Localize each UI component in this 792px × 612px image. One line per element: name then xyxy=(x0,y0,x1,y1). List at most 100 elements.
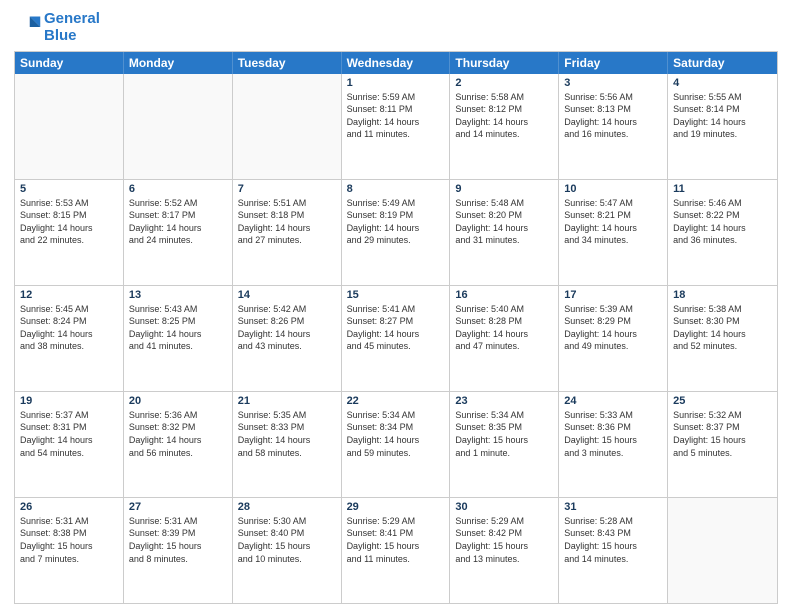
day-info: Sunrise: 5:52 AM Sunset: 8:17 PM Dayligh… xyxy=(129,197,227,247)
cal-cell: 16Sunrise: 5:40 AM Sunset: 8:28 PM Dayli… xyxy=(450,286,559,391)
cal-header-cell: Sunday xyxy=(15,52,124,74)
day-info: Sunrise: 5:59 AM Sunset: 8:11 PM Dayligh… xyxy=(347,91,445,141)
cal-row: 1Sunrise: 5:59 AM Sunset: 8:11 PM Daylig… xyxy=(15,74,777,179)
day-info: Sunrise: 5:41 AM Sunset: 8:27 PM Dayligh… xyxy=(347,303,445,353)
day-number: 17 xyxy=(564,289,662,301)
cal-header-cell: Tuesday xyxy=(233,52,342,74)
cal-cell: 23Sunrise: 5:34 AM Sunset: 8:35 PM Dayli… xyxy=(450,392,559,497)
cal-cell: 27 Sunrise: 5:31 AM Sunset: 8:39 PM Dayli… xyxy=(124,498,233,603)
cal-header-cell: Thursday xyxy=(450,52,559,74)
cal-cell: 7 Sunrise: 5:51 AM Sunset: 8:18 PM Daylig… xyxy=(233,180,342,285)
day-info: Sunrise: 5:38 AM Sunset: 8:30 PM Dayligh… xyxy=(673,303,772,353)
cal-row: 19 Sunrise: 5:37 AM Sunset: 8:31 PM Dayli… xyxy=(15,391,777,497)
cal-cell: 2 Sunrise: 5:58 AM Sunset: 8:12 PM Daylig… xyxy=(450,74,559,179)
day-number: 14 xyxy=(238,289,336,301)
cal-row: 12 Sunrise: 5:45 AM Sunset: 8:24 PM Dayli… xyxy=(15,285,777,391)
cal-cell: 4 Sunrise: 5:55 AM Sunset: 8:14 PM Daylig… xyxy=(668,74,777,179)
day-number: 12 xyxy=(20,289,118,301)
cal-cell xyxy=(15,74,124,179)
day-info: Sunrise: 5:46 AM Sunset: 8:22 PM Dayligh… xyxy=(673,197,772,247)
calendar: SundayMondayTuesdayWednesdayThursdayFrid… xyxy=(14,51,778,605)
cal-cell: 25 Sunrise: 5:32 AM Sunset: 8:37 PM Dayli… xyxy=(668,392,777,497)
day-number: 19 xyxy=(20,395,118,407)
cal-cell xyxy=(668,498,777,603)
cal-cell: 10 Sunrise: 5:47 AM Sunset: 8:21 PM Dayli… xyxy=(559,180,668,285)
day-info: Sunrise: 5:56 AM Sunset: 8:13 PM Dayligh… xyxy=(564,91,662,141)
day-number: 3 xyxy=(564,77,662,89)
day-number: 10 xyxy=(564,183,662,195)
day-info: Sunrise: 5:53 AM Sunset: 8:15 PM Dayligh… xyxy=(20,197,118,247)
day-info: Sunrise: 5:49 AM Sunset: 8:19 PM Dayligh… xyxy=(347,197,445,247)
day-info: Sunrise: 5:30 AM Sunset: 8:40 PM Dayligh… xyxy=(238,515,336,565)
cal-cell: 9Sunrise: 5:48 AM Sunset: 8:20 PM Daylig… xyxy=(450,180,559,285)
day-info: Sunrise: 5:34 AM Sunset: 8:34 PM Dayligh… xyxy=(347,409,445,459)
cal-cell: 22 Sunrise: 5:34 AM Sunset: 8:34 PM Dayli… xyxy=(342,392,451,497)
day-info: Sunrise: 5:29 AM Sunset: 8:41 PM Dayligh… xyxy=(347,515,445,565)
day-number: 22 xyxy=(347,395,445,407)
day-info: Sunrise: 5:55 AM Sunset: 8:14 PM Dayligh… xyxy=(673,91,772,141)
day-number: 18 xyxy=(673,289,772,301)
cal-cell xyxy=(233,74,342,179)
day-info: Sunrise: 5:40 AM Sunset: 8:28 PM Dayligh… xyxy=(455,303,553,353)
day-info: Sunrise: 5:29 AM Sunset: 8:42 PM Dayligh… xyxy=(455,515,553,565)
cal-cell: 26Sunrise: 5:31 AM Sunset: 8:38 PM Dayli… xyxy=(15,498,124,603)
cal-cell: 28 Sunrise: 5:30 AM Sunset: 8:40 PM Dayli… xyxy=(233,498,342,603)
day-number: 28 xyxy=(238,501,336,513)
cal-cell: 17 Sunrise: 5:39 AM Sunset: 8:29 PM Dayli… xyxy=(559,286,668,391)
day-info: Sunrise: 5:47 AM Sunset: 8:21 PM Dayligh… xyxy=(564,197,662,247)
cal-cell: 5 Sunrise: 5:53 AM Sunset: 8:15 PM Daylig… xyxy=(15,180,124,285)
day-number: 26 xyxy=(20,501,118,513)
day-info: Sunrise: 5:31 AM Sunset: 8:39 PM Dayligh… xyxy=(129,515,227,565)
day-number: 27 xyxy=(129,501,227,513)
day-number: 8 xyxy=(347,183,445,195)
day-info: Sunrise: 5:35 AM Sunset: 8:33 PM Dayligh… xyxy=(238,409,336,459)
day-number: 4 xyxy=(673,77,772,89)
cal-header-cell: Monday xyxy=(124,52,233,74)
cal-cell: 6 Sunrise: 5:52 AM Sunset: 8:17 PM Daylig… xyxy=(124,180,233,285)
day-number: 29 xyxy=(347,501,445,513)
day-info: Sunrise: 5:33 AM Sunset: 8:36 PM Dayligh… xyxy=(564,409,662,459)
cal-row: 26Sunrise: 5:31 AM Sunset: 8:38 PM Dayli… xyxy=(15,497,777,603)
day-info: Sunrise: 5:32 AM Sunset: 8:37 PM Dayligh… xyxy=(673,409,772,459)
day-info: Sunrise: 5:39 AM Sunset: 8:29 PM Dayligh… xyxy=(564,303,662,353)
day-info: Sunrise: 5:51 AM Sunset: 8:18 PM Dayligh… xyxy=(238,197,336,247)
calendar-header: SundayMondayTuesdayWednesdayThursdayFrid… xyxy=(15,52,777,74)
day-info: Sunrise: 5:45 AM Sunset: 8:24 PM Dayligh… xyxy=(20,303,118,353)
cal-cell: 19 Sunrise: 5:37 AM Sunset: 8:31 PM Dayli… xyxy=(15,392,124,497)
cal-cell: 8 Sunrise: 5:49 AM Sunset: 8:19 PM Daylig… xyxy=(342,180,451,285)
cal-header-cell: Saturday xyxy=(668,52,777,74)
day-number: 15 xyxy=(347,289,445,301)
day-number: 7 xyxy=(238,183,336,195)
cal-cell: 31Sunrise: 5:28 AM Sunset: 8:43 PM Dayli… xyxy=(559,498,668,603)
day-number: 2 xyxy=(455,77,553,89)
day-number: 9 xyxy=(455,183,553,195)
day-info: Sunrise: 5:42 AM Sunset: 8:26 PM Dayligh… xyxy=(238,303,336,353)
logo-text: General Blue xyxy=(44,10,100,45)
cal-cell: 13Sunrise: 5:43 AM Sunset: 8:25 PM Dayli… xyxy=(124,286,233,391)
cal-header-cell: Wednesday xyxy=(342,52,451,74)
header: General Blue xyxy=(14,10,778,45)
cal-cell: 11 Sunrise: 5:46 AM Sunset: 8:22 PM Dayli… xyxy=(668,180,777,285)
cal-cell: 3 Sunrise: 5:56 AM Sunset: 8:13 PM Daylig… xyxy=(559,74,668,179)
cal-cell: 30Sunrise: 5:29 AM Sunset: 8:42 PM Dayli… xyxy=(450,498,559,603)
logo: General Blue xyxy=(14,10,100,45)
day-number: 13 xyxy=(129,289,227,301)
cal-cell: 24 Sunrise: 5:33 AM Sunset: 8:36 PM Dayli… xyxy=(559,392,668,497)
day-number: 31 xyxy=(564,501,662,513)
page: General Blue SundayMondayTuesdayWednesda… xyxy=(0,0,792,612)
day-number: 20 xyxy=(129,395,227,407)
day-info: Sunrise: 5:36 AM Sunset: 8:32 PM Dayligh… xyxy=(129,409,227,459)
cal-header-cell: Friday xyxy=(559,52,668,74)
day-number: 11 xyxy=(673,183,772,195)
day-info: Sunrise: 5:37 AM Sunset: 8:31 PM Dayligh… xyxy=(20,409,118,459)
cal-cell: 15 Sunrise: 5:41 AM Sunset: 8:27 PM Dayli… xyxy=(342,286,451,391)
cal-cell: 12 Sunrise: 5:45 AM Sunset: 8:24 PM Dayli… xyxy=(15,286,124,391)
day-number: 25 xyxy=(673,395,772,407)
day-info: Sunrise: 5:34 AM Sunset: 8:35 PM Dayligh… xyxy=(455,409,553,459)
day-number: 5 xyxy=(20,183,118,195)
day-info: Sunrise: 5:58 AM Sunset: 8:12 PM Dayligh… xyxy=(455,91,553,141)
day-number: 6 xyxy=(129,183,227,195)
logo-icon xyxy=(14,13,42,41)
day-number: 24 xyxy=(564,395,662,407)
cal-cell: 21Sunrise: 5:35 AM Sunset: 8:33 PM Dayli… xyxy=(233,392,342,497)
